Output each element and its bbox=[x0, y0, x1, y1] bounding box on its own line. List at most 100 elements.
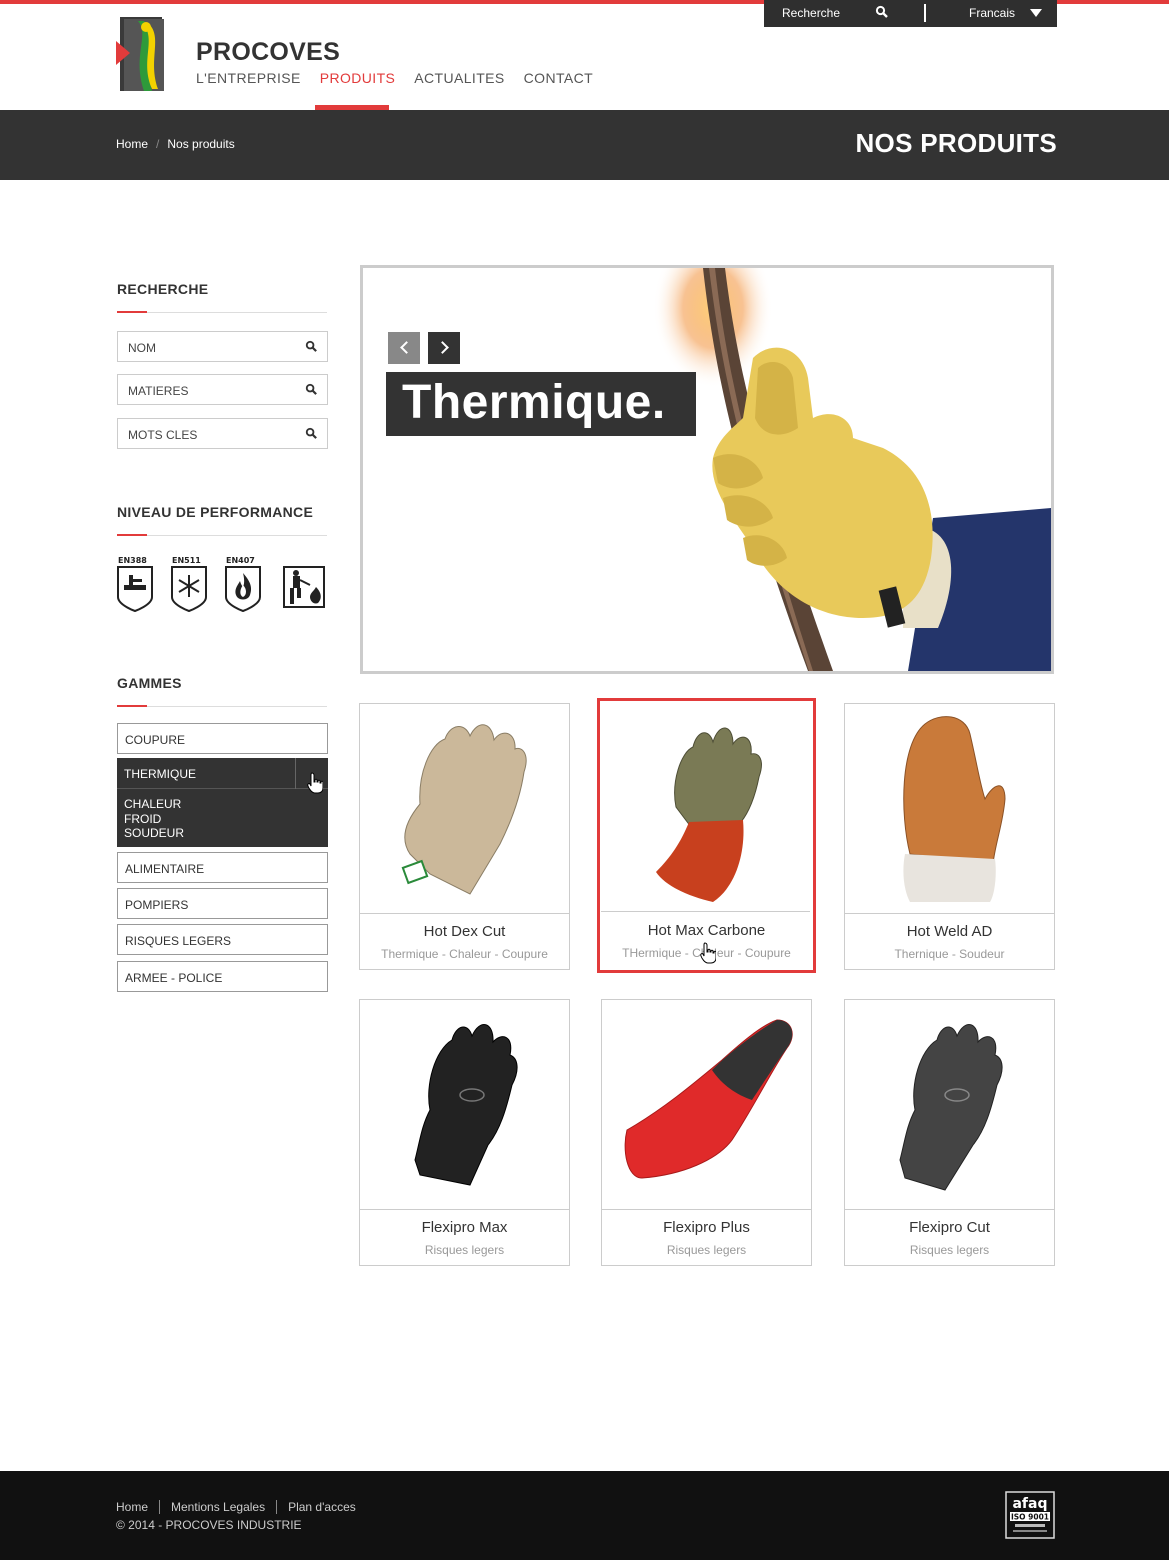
subrange-froid[interactable]: FROID bbox=[124, 812, 184, 827]
search-icon[interactable] bbox=[305, 340, 318, 353]
product-card[interactable]: Flexipro Max Risques legers bbox=[359, 999, 570, 1266]
search-materials-field[interactable]: MATIERES bbox=[117, 374, 328, 405]
welding-icon[interactable] bbox=[282, 555, 326, 613]
search-keywords-placeholder: MOTS CLES bbox=[128, 428, 198, 442]
product-image[interactable] bbox=[360, 1000, 569, 1210]
slider-prev-button[interactable] bbox=[388, 332, 420, 364]
product-name[interactable]: Hot Weld AD bbox=[845, 923, 1054, 940]
procoves-logo[interactable] bbox=[116, 15, 168, 93]
en511-label: EN511 bbox=[172, 556, 201, 565]
utility-separator bbox=[924, 4, 926, 22]
product-category: Risques legers bbox=[909, 1243, 990, 1257]
hand-cursor-icon bbox=[700, 942, 716, 964]
carbon-glove-image bbox=[656, 727, 762, 902]
range-armee-police[interactable]: ARMEE - POLICE bbox=[117, 961, 328, 992]
range-label: POMPIERS bbox=[125, 898, 189, 912]
footer-link-mentions[interactable]: Mentions Legales bbox=[159, 1500, 276, 1514]
page-title: NOS PRODUITS bbox=[855, 128, 1057, 158]
footer-link-home[interactable]: Home bbox=[116, 1500, 159, 1514]
range-label: RISQUES LEGERS bbox=[125, 934, 232, 948]
range-label: COUPURE bbox=[125, 733, 186, 747]
page-title-band: Home / Nos produits NOS PRODUITS bbox=[0, 110, 1169, 180]
heat-flame-icon[interactable]: EN407 bbox=[224, 555, 264, 613]
range-thermique[interactable]: THERMIQUE bbox=[117, 758, 328, 789]
product-category: Risques legers bbox=[424, 1243, 505, 1257]
product-card[interactable]: Flexipro Cut Risques legers bbox=[844, 999, 1055, 1266]
search-keywords-field[interactable]: MOTS CLES bbox=[117, 418, 328, 449]
product-card[interactable]: Hot Weld AD Thernique - Soudeur bbox=[844, 703, 1055, 970]
hero-glove-image bbox=[653, 268, 1051, 671]
range-alimentaire[interactable]: ALIMENTAIRE bbox=[117, 852, 328, 883]
afaq-text: afaq bbox=[1012, 1496, 1047, 1512]
black-glove-image bbox=[414, 1024, 518, 1186]
nav-actualites[interactable]: ACTUALITES bbox=[414, 70, 504, 86]
hand-cursor-icon bbox=[307, 772, 323, 794]
grey-glove-image bbox=[899, 1024, 1003, 1191]
slider-next-button[interactable] bbox=[428, 332, 460, 364]
mitten-glove-image bbox=[903, 716, 1006, 902]
range-risques-legers[interactable]: RISQUES LEGERS bbox=[117, 924, 328, 955]
product-name[interactable]: Flexipro Plus bbox=[602, 1219, 811, 1236]
search-icon[interactable] bbox=[305, 427, 318, 440]
range-toggle-divider bbox=[295, 758, 296, 789]
range-thermique-expanded[interactable]: THERMIQUE CHALEUR FROID SOUDEUR bbox=[117, 758, 328, 847]
ranges-heading-rule bbox=[117, 705, 327, 707]
hero-slider: Thermique. bbox=[360, 265, 1054, 674]
product-name[interactable]: Flexipro Cut bbox=[845, 1219, 1054, 1236]
product-image[interactable] bbox=[845, 704, 1054, 914]
product-name[interactable]: Hot Max Carbone bbox=[600, 922, 813, 939]
slide-title: Thermique. bbox=[386, 372, 696, 436]
breadcrumb: Home / Nos produits bbox=[116, 137, 235, 151]
utility-bar: Recherche Francais bbox=[764, 0, 1057, 27]
product-image[interactable] bbox=[601, 702, 810, 912]
breadcrumb-separator: / bbox=[156, 137, 160, 151]
knit-glove-image bbox=[401, 724, 527, 895]
footer-link-plan[interactable]: Plan d'acces bbox=[276, 1500, 367, 1514]
range-label: ARMEE - POLICE bbox=[125, 971, 223, 985]
nav-entreprise[interactable]: L'ENTREPRISE bbox=[196, 70, 301, 86]
nav-produits[interactable]: PRODUITS bbox=[320, 70, 396, 86]
footer-links: Home Mentions Legales Plan d'acces bbox=[116, 1500, 367, 1514]
product-image[interactable] bbox=[845, 1000, 1054, 1210]
brand-name: PROCOVES bbox=[196, 38, 341, 66]
en407-label: EN407 bbox=[226, 556, 255, 565]
cold-icon[interactable]: EN511 bbox=[170, 555, 210, 613]
product-image[interactable] bbox=[602, 1000, 811, 1210]
performance-icons: EN388 EN511 EN407 bbox=[116, 555, 328, 613]
iso-text: ISO 9001 bbox=[1011, 1513, 1049, 1522]
language-select[interactable]: Francais bbox=[969, 6, 1015, 20]
main-nav: L'ENTREPRISE PRODUITS ACTUALITES CONTACT bbox=[196, 70, 612, 86]
range-pompiers[interactable]: POMPIERS bbox=[117, 888, 328, 919]
en388-label: EN388 bbox=[118, 556, 147, 565]
search-icon[interactable] bbox=[305, 383, 318, 396]
product-card[interactable]: Flexipro Plus Risques legers bbox=[601, 999, 812, 1266]
chevron-down-icon[interactable] bbox=[1030, 9, 1042, 17]
header-search-label[interactable]: Recherche bbox=[782, 6, 840, 20]
product-image[interactable] bbox=[360, 704, 569, 914]
search-heading: RECHERCHE bbox=[117, 281, 209, 297]
footer: Home Mentions Legales Plan d'acces © 201… bbox=[0, 1471, 1169, 1560]
search-heading-rule bbox=[117, 311, 327, 313]
breadcrumb-home[interactable]: Home bbox=[116, 137, 148, 151]
product-name[interactable]: Flexipro Max bbox=[360, 1219, 569, 1236]
breadcrumb-current: Nos produits bbox=[167, 137, 235, 151]
ranges-heading: GAMMES bbox=[117, 675, 182, 691]
nav-contact[interactable]: CONTACT bbox=[524, 70, 593, 86]
search-name-field[interactable]: NOM bbox=[117, 331, 328, 362]
product-card[interactable]: Hot Dex Cut Thermique - Chaleur - Coupur… bbox=[359, 703, 570, 970]
range-submenu: CHALEUR FROID SOUDEUR bbox=[124, 797, 184, 841]
performance-heading: NIVEAU DE PERFORMANCE bbox=[117, 504, 314, 520]
afaq-iso-logo: afaq ISO 9001 bbox=[1005, 1491, 1055, 1539]
mechanical-risk-icon[interactable]: EN388 bbox=[116, 555, 156, 613]
search-name-placeholder: NOM bbox=[128, 341, 156, 355]
subrange-chaleur[interactable]: CHALEUR bbox=[124, 797, 184, 812]
product-card-selected[interactable]: Hot Max Carbone THermique - Chaleur - Co… bbox=[597, 698, 816, 973]
product-category: Thernique - Soudeur bbox=[894, 947, 1005, 961]
range-coupure[interactable]: COUPURE bbox=[117, 723, 328, 754]
performance-heading-rule bbox=[117, 534, 327, 536]
product-category: Risques legers bbox=[666, 1243, 747, 1257]
search-icon[interactable] bbox=[875, 5, 889, 19]
product-name[interactable]: Hot Dex Cut bbox=[360, 923, 569, 940]
subrange-soudeur[interactable]: SOUDEUR bbox=[124, 826, 184, 841]
range-label: THERMIQUE bbox=[124, 767, 196, 781]
